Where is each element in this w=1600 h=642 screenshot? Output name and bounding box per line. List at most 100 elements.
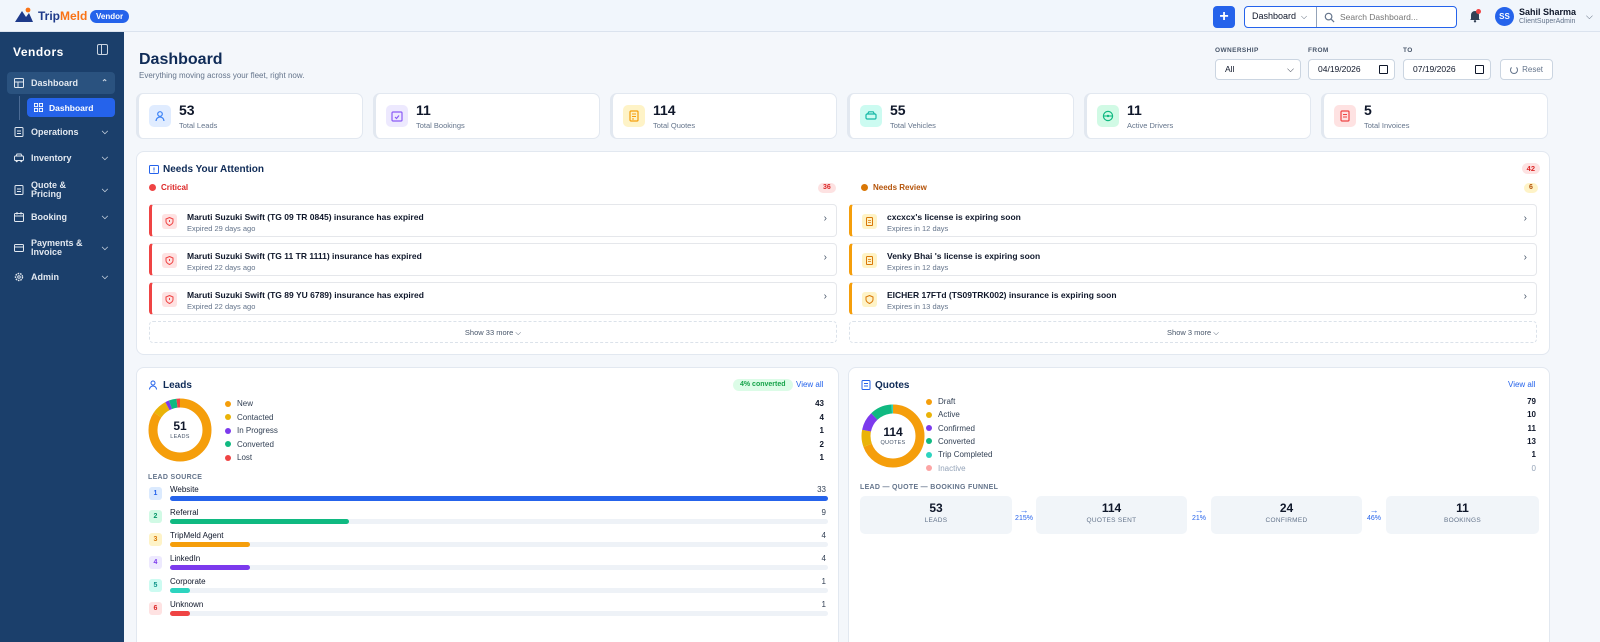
sidebar-item-label: Dashboard — [31, 78, 79, 88]
grid-icon — [14, 78, 24, 88]
source-value: 1 — [821, 600, 826, 609]
page-subtitle: Everything moving across your fleet, rig… — [139, 71, 305, 80]
review-alert-row[interactable]: EICHER 17FTd (TS09TRK002) insurance is e… — [849, 282, 1537, 315]
sidebar-item-dashboard[interactable]: Dashboard ⌃ — [7, 72, 115, 94]
quotes-card: Quotes View all 114 QUOTES Draft 79 Active… — [848, 367, 1550, 642]
avatar[interactable]: SS — [1495, 7, 1514, 26]
sidebar-subitem-dashboard[interactable]: Dashboard — [27, 98, 115, 117]
quotes-total-label: QUOTES — [880, 440, 906, 446]
user-role: ClientSuperAdmin — [1519, 18, 1576, 25]
quotes-view-all-link[interactable]: View all — [1508, 380, 1535, 389]
critical-alert-row[interactable]: Maruti Suzuki Swift (TG 11 TR 1111) insu… — [149, 243, 837, 276]
source-value: 9 — [821, 508, 826, 517]
alert-subtitle: Expired 22 days ago — [187, 263, 256, 272]
shield-alert-icon — [162, 214, 177, 229]
calendar-alert-icon — [149, 165, 159, 174]
review-alert-row[interactable]: Venky Bhai 's license is expiring soon E… — [849, 243, 1537, 276]
critical-alert-row[interactable]: Maruti Suzuki Swift (TG 09 TR 0845) insu… — [149, 204, 837, 237]
legend-dot — [926, 465, 932, 471]
review-show-more-button[interactable]: Show 3 more ⌵ — [849, 321, 1537, 343]
legend-value: 0 — [1531, 463, 1536, 473]
source-name: Corporate — [170, 577, 206, 586]
sidebar-item-operations[interactable]: Operations ⌵ — [7, 121, 115, 143]
add-button[interactable]: + — [1213, 6, 1235, 28]
chevron-right-icon: › — [1523, 213, 1527, 224]
legend-item: Converted — [926, 437, 975, 446]
review-alert-row[interactable]: cxcxcx's license is expiring soon Expire… — [849, 204, 1537, 237]
to-date-input[interactable]: 07/19/2026 — [1403, 59, 1491, 80]
reset-button[interactable]: Reset — [1500, 59, 1553, 80]
review-dot — [861, 184, 868, 191]
source-bar-track — [170, 519, 828, 524]
app-name: TripMeld — [38, 8, 88, 23]
funnel-rate: → 215% — [1013, 506, 1035, 523]
alert-title: EICHER 17FTd (TS09TRK002) insurance is e… — [887, 290, 1117, 300]
calendar-icon[interactable] — [1379, 65, 1388, 74]
funnel-step-confirmed: 24 CONFIRMED — [1211, 496, 1362, 534]
legend-item: In Progress — [225, 426, 278, 435]
calendar-check-icon — [386, 105, 408, 127]
leads-view-all-link[interactable]: View all — [796, 380, 823, 389]
legend-item: Draft — [926, 397, 955, 406]
from-date-input[interactable]: 04/19/2026 — [1308, 59, 1395, 80]
legend-value: 1 — [1531, 450, 1536, 460]
leads-total-label: LEADS — [170, 434, 190, 440]
stat-card-leads[interactable]: 53 Total Leads — [136, 93, 363, 139]
legend-dot — [225, 400, 231, 407]
critical-label: Critical — [161, 183, 189, 192]
stat-label: Total Quotes — [653, 121, 696, 130]
chevron-down-icon[interactable]: ⌵ — [1586, 11, 1593, 22]
scrollbar[interactable] — [1591, 32, 1600, 642]
chevron-right-icon: › — [823, 291, 827, 302]
critical-show-more-button[interactable]: Show 33 more ⌵ — [149, 321, 837, 343]
search-scope-value: Dashboard — [1252, 11, 1297, 21]
legend-label: Inactive — [938, 463, 966, 473]
legend-label: Confirmed — [938, 423, 975, 433]
funnel-label: CONFIRMED — [1265, 517, 1308, 524]
sidebar-collapse-icon[interactable] — [97, 44, 108, 55]
source-bar-track — [170, 542, 828, 547]
sidebar-item-booking[interactable]: Booking ⌵ — [7, 206, 115, 228]
source-value: 33 — [817, 485, 826, 494]
sidebar-item-quote-pricing[interactable]: Quote & Pricing ⌵ — [7, 177, 115, 202]
stat-label: Total Vehicles — [890, 121, 936, 130]
stat-card-drivers[interactable]: 11 Active Drivers — [1084, 93, 1311, 139]
stat-label: Total Leads — [179, 121, 218, 130]
submenu-guide — [19, 96, 20, 120]
sidebar: Vendors Dashboard ⌃ Dashboard Operations… — [0, 32, 124, 642]
sidebar-item-inventory[interactable]: Inventory ⌵ — [7, 147, 115, 169]
legend-item: Active — [926, 410, 960, 419]
show-more-label: Show 33 more — [464, 328, 514, 337]
sidebar-item-admin[interactable]: Admin ⌵ — [7, 266, 115, 288]
chevron-right-icon: › — [1523, 291, 1527, 302]
chevron-down-icon: ⌵ — [101, 212, 108, 221]
funnel-step-leads: 53 LEADS — [860, 496, 1012, 534]
stat-card-vehicles[interactable]: 55 Total Vehicles — [847, 93, 1074, 139]
chevron-right-icon: › — [1523, 252, 1527, 263]
source-name: LinkedIn — [170, 554, 201, 563]
sidebar-title: Vendors — [13, 45, 64, 59]
stat-value: 11 — [416, 102, 431, 118]
stat-card-invoices[interactable]: 5 Total Invoices — [1321, 93, 1548, 139]
alert-title: cxcxcx's license is expiring soon — [887, 212, 1021, 222]
stat-card-quotes[interactable]: 114 Total Quotes — [610, 93, 837, 139]
user-name[interactable]: Sahil Sharma — [1519, 7, 1576, 17]
stat-value: 11 — [1127, 102, 1142, 118]
ownership-select[interactable]: All ⌵ — [1215, 59, 1301, 80]
page-title: Dashboard — [139, 51, 223, 68]
search-scope-select[interactable]: Dashboard ⌵ — [1245, 7, 1317, 27]
stat-card-bookings[interactable]: 11 Total Bookings — [373, 93, 600, 139]
sidebar-item-label: Payments & Invoice — [31, 237, 83, 257]
search-icon — [1324, 12, 1335, 23]
legend-item: Trip Completed — [926, 450, 992, 459]
chevron-down-icon: ⌵ — [101, 243, 108, 252]
app-logo[interactable]: TripMeld — [14, 7, 87, 24]
calendar-icon[interactable] — [1475, 65, 1484, 74]
receipt-icon — [623, 105, 645, 127]
sidebar-subitem-label: Dashboard — [49, 102, 94, 113]
sidebar-item-payments-invoice[interactable]: Payments & Invoice ⌵ — [7, 235, 115, 260]
critical-alert-row[interactable]: Maruti Suzuki Swift (TG 89 YU 6789) insu… — [149, 282, 837, 315]
legend-label: Active — [938, 410, 960, 420]
document-icon — [14, 184, 24, 195]
search-input[interactable] — [1340, 12, 1450, 22]
